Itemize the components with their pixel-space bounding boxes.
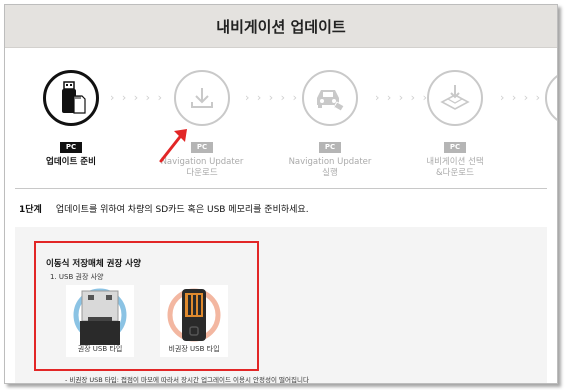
- step-2-circle: [174, 70, 230, 126]
- not-recommended-usb-caption: 비권장 USB 타입: [168, 345, 220, 353]
- content-panel: 이동식 저장매체 권장 사양 1. USB 권장 사양 권장 USB 타입 비권…: [15, 227, 547, 383]
- step-connector-chevrons: › › › › ›: [245, 91, 299, 104]
- storage-spec-box: 이동식 저장매체 권장 사양 1. USB 권장 사양 권장 USB 타입 비권…: [34, 241, 259, 371]
- not-recommended-usb-image: [167, 288, 221, 342]
- recommended-usb-caption: 권장 USB 타입: [77, 345, 123, 353]
- step-instruction-text: 업데이트를 위하여 차량의 SD카드 혹은 USB 메모리를 준비하세요.: [55, 205, 309, 215]
- step-3-label-line1: Navigation Updater: [288, 157, 372, 167]
- step-2-platform-badge: PC: [191, 142, 213, 153]
- usb-spec-subheading: 1. USB 권장 사양: [50, 273, 104, 281]
- step-1-platform-badge: PC: [60, 142, 82, 153]
- step-4-label-line2: &다운로드: [436, 168, 474, 178]
- step-3-label: Navigation Updater 실행: [285, 157, 375, 179]
- step-connector-chevrons: › › › › ›: [375, 91, 429, 104]
- step-5-label-line1: 업: [527, 157, 557, 168]
- not-recommended-usb-card: 비권장 USB 타입: [160, 285, 228, 357]
- step-3-platform-badge: PC: [319, 142, 341, 153]
- step-3-circle: [302, 70, 358, 126]
- page-title: 내비게이션 업데이트: [216, 18, 346, 36]
- usb-warning-note: - 비권장 USB 타입: 접점이 마모에 따라서 장시간 업그레이드 이용시 …: [65, 376, 309, 384]
- step-4-platform-badge: PC: [444, 142, 466, 153]
- step-1-circle: [43, 70, 99, 126]
- section-divider: [15, 188, 547, 189]
- step-3-label-line2: 실행: [322, 168, 338, 178]
- step-progress: PC 업데이트 준비 › › › › › PC Navigation Updat…: [5, 48, 557, 178]
- step-instruction: 1단계 업데이트를 위하여 차량의 SD카드 혹은 USB 메모리를 준비하세요.: [19, 202, 309, 215]
- step-1-label: 업데이트 준비: [26, 157, 116, 168]
- usb-sdcard-icon: [62, 81, 86, 114]
- step-4-label: 내비게이션 선택 &다운로드: [410, 157, 500, 179]
- step-1-label-line1: 업데이트 준비: [46, 157, 96, 167]
- recommended-usb-card: 권장 USB 타입: [66, 285, 134, 357]
- title-bar: 내비게이션 업데이트: [5, 5, 557, 48]
- step-number: 1단계: [19, 205, 42, 215]
- red-arrow-annotation: [159, 129, 187, 163]
- step-5-label: 업: [527, 157, 557, 168]
- map-download-icon: [440, 85, 470, 110]
- step-5-circle: [545, 70, 557, 126]
- step-connector-chevrons: › › › › ›: [110, 91, 164, 104]
- car-launch-icon: [317, 90, 345, 112]
- recommended-usb-image: [73, 288, 127, 345]
- step-2-label-line2: 다운로드: [186, 168, 218, 178]
- step-4-circle: [427, 70, 483, 126]
- app-window: 내비게이션 업데이트 PC 업데이트 준비 › › › › › PC Navig…: [4, 4, 558, 384]
- step-4-label-line1: 내비게이션 선택: [426, 157, 484, 167]
- storage-spec-heading: 이동식 저장매체 권장 사양: [46, 259, 141, 269]
- download-icon: [191, 88, 213, 108]
